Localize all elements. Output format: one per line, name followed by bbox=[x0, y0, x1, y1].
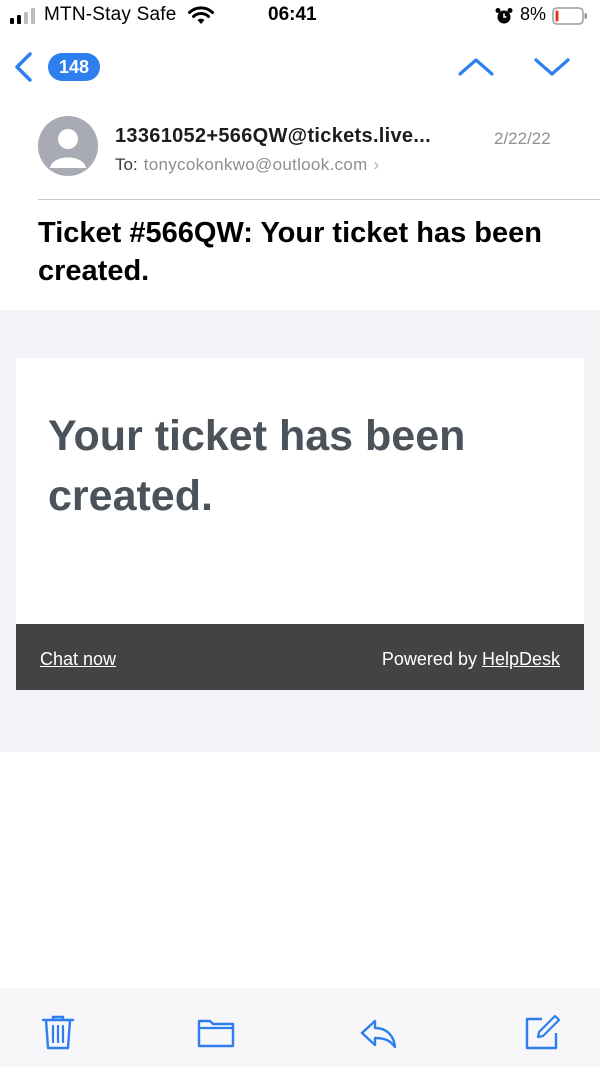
wifi-icon bbox=[188, 6, 214, 24]
email-footer-bar: Chat now Powered by HelpDesk bbox=[16, 624, 584, 690]
to-label: To: bbox=[115, 155, 138, 174]
message-subject: Ticket #566QW: Your ticket has been crea… bbox=[38, 217, 542, 287]
reply-icon[interactable] bbox=[358, 1012, 398, 1052]
message-header: 13361052+566QW@tickets.live... 2/22/22 T… bbox=[0, 100, 600, 310]
recipient-row: To: tonycokonkwo@outlook.com › bbox=[115, 155, 379, 175]
carrier-name: MTN-Stay Safe bbox=[44, 4, 177, 25]
up-chevron-icon[interactable] bbox=[456, 52, 496, 82]
back-chevron-icon[interactable] bbox=[10, 50, 38, 84]
battery-icon bbox=[552, 7, 587, 25]
email-card: Your ticket has been created. bbox=[16, 358, 584, 624]
signal-icon bbox=[10, 8, 35, 24]
alarm-icon bbox=[495, 8, 513, 24]
clock-time: 06:41 bbox=[268, 4, 317, 25]
message-nav-bar: 148 bbox=[0, 40, 600, 96]
folder-icon[interactable] bbox=[196, 1012, 236, 1052]
sender-address[interactable]: 13361052+566QW@tickets.live... bbox=[115, 125, 485, 148]
unread-count-badge[interactable]: 148 bbox=[48, 53, 101, 81]
powered-by-text: Powered by HelpDesk bbox=[382, 649, 560, 670]
chat-now-link[interactable]: Chat now bbox=[40, 649, 116, 670]
powered-by-prefix: Powered by bbox=[381, 649, 482, 669]
email-body: Your ticket has been created. Chat now P… bbox=[0, 310, 600, 752]
helpdesk-link[interactable]: HelpDesk bbox=[482, 649, 560, 669]
recipient-address[interactable]: tonycokonkwo@outlook.com bbox=[144, 155, 368, 174]
bottom-toolbar bbox=[0, 988, 600, 1067]
down-chevron-icon[interactable] bbox=[532, 52, 572, 82]
email-heading: Your ticket has been created. bbox=[48, 412, 466, 520]
person-icon bbox=[50, 129, 86, 168]
compose-icon[interactable] bbox=[522, 1012, 562, 1052]
sender-avatar[interactable] bbox=[38, 116, 98, 176]
battery-percent: 8% bbox=[520, 4, 547, 24]
trash-icon[interactable] bbox=[38, 1012, 78, 1052]
status-bar: MTN-Stay Safe 06:41 8% bbox=[0, 0, 600, 34]
chevron-right-icon[interactable]: › bbox=[374, 155, 380, 174]
header-divider bbox=[38, 199, 600, 200]
message-date: 2/22/22 bbox=[494, 129, 551, 148]
